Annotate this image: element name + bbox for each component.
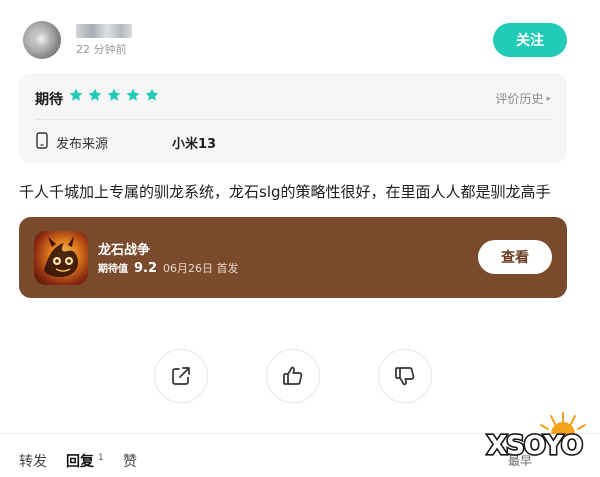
- dislike-button[interactable]: [378, 349, 432, 403]
- share-button[interactable]: [154, 349, 208, 403]
- rating-history-label: 评价历史: [495, 92, 544, 106]
- game-meta: 期待值 9.2 06月26日 首发: [98, 260, 239, 276]
- xsoyo-watermark-logo: XSOYO: [485, 412, 586, 463]
- rating-card: 期待 评价历史 ▸ 发布来源 小米13: [19, 73, 567, 163]
- tab-like[interactable]: 赞: [123, 451, 137, 471]
- source-label: 发布来源: [56, 137, 109, 152]
- score-value: 9.2: [134, 261, 158, 276]
- username-blurred[interactable]: [76, 24, 132, 38]
- phone-icon: [36, 132, 48, 149]
- rating-history-link[interactable]: 评价历史 ▸: [495, 90, 551, 107]
- star-icon: [107, 88, 121, 101]
- star-icon: [88, 88, 102, 101]
- game-card[interactable]: 龙石战争 期待值 9.2 06月26日 首发 查看: [19, 217, 567, 298]
- view-game-button[interactable]: 查看: [478, 240, 552, 274]
- release-date: 06月26日 首发: [163, 262, 239, 275]
- card-divider: [35, 119, 551, 120]
- review-detail-page: 22 分钟前 关注 期待 评价历史 ▸ 发布来源 小米13 千人千城加上专属的驯…: [0, 0, 600, 477]
- star-icon: [145, 88, 159, 101]
- svg-text:XSOYO: XSOYO: [487, 431, 582, 461]
- star-rating: [68, 87, 160, 103]
- device-name: 小米13: [172, 137, 217, 152]
- dragon-icon: [44, 236, 78, 277]
- share-icon: [172, 367, 190, 385]
- timestamp: 22 分钟前: [76, 43, 127, 56]
- reply-count: 1: [98, 453, 104, 463]
- game-name: 龙石战争: [98, 243, 151, 258]
- thumbs-up-icon: [283, 366, 303, 385]
- rating-label: 期待: [35, 92, 63, 108]
- follow-button[interactable]: 关注: [493, 23, 567, 57]
- star-icon: [126, 88, 140, 101]
- avatar[interactable]: [23, 21, 61, 59]
- tab-forward[interactable]: 转发: [19, 451, 47, 471]
- like-button[interactable]: [266, 349, 320, 403]
- review-text: 千人千城加上专属的驯龙系统，龙石slg的策略性很好，在里面人人都是驯龙高手: [19, 183, 551, 201]
- chevron-right-icon: ▸: [546, 93, 551, 104]
- game-icon[interactable]: [34, 231, 88, 285]
- star-icon: [69, 88, 83, 101]
- score-label: 期待值: [98, 264, 128, 275]
- thumbs-down-icon: [395, 367, 415, 386]
- tab-reply[interactable]: 回复: [66, 451, 94, 471]
